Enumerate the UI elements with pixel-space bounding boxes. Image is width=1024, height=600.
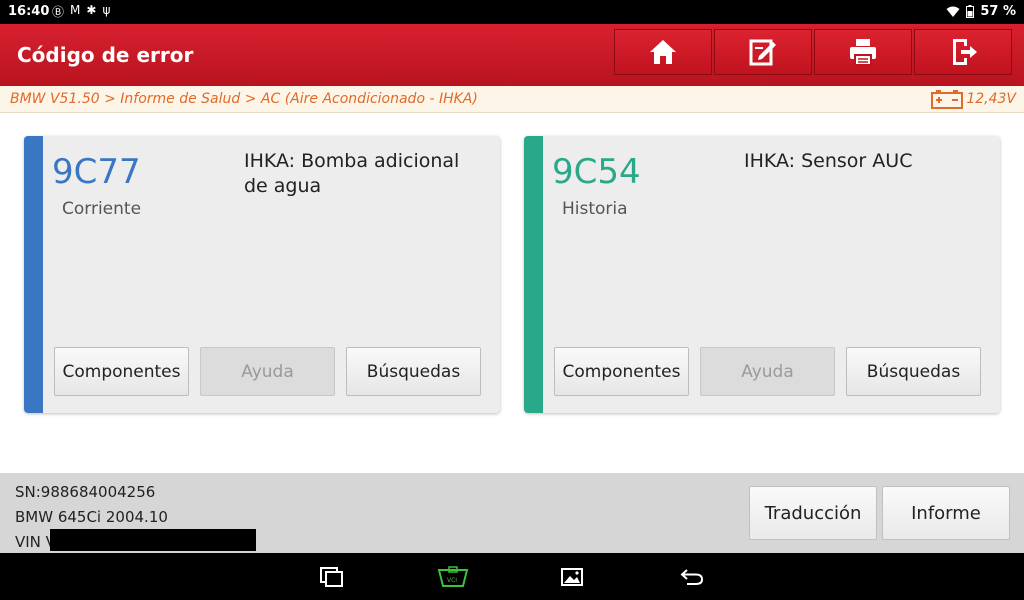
report-button[interactable]: Informe — [882, 486, 1010, 540]
battery-icon — [966, 5, 975, 18]
dtc-state: Corriente — [62, 199, 142, 219]
search-button[interactable]: Búsquedas — [346, 347, 481, 396]
svg-text:VCI: VCI — [447, 577, 457, 584]
usb-icon: ψ — [102, 3, 111, 17]
serial-number: SN:988684004256 — [15, 483, 156, 501]
dtc-code: 9C54 — [552, 152, 641, 192]
status-stripe — [24, 136, 43, 413]
dtc-description: IHKA: Bomba adicional de agua — [244, 150, 460, 197]
dtc-description: IHKA: Sensor AUC — [744, 150, 913, 172]
exit-button[interactable] — [914, 29, 1012, 75]
edit-icon — [749, 39, 776, 66]
vehicle-model: BMW 645Ci 2004.10 — [15, 508, 168, 526]
voltage-indicator: 12,43V — [931, 89, 1016, 109]
edit-button[interactable] — [714, 29, 812, 75]
components-button[interactable]: Componentes — [554, 347, 689, 396]
recent-apps-icon — [320, 567, 343, 587]
back-button[interactable] — [678, 565, 706, 589]
print-button[interactable] — [814, 29, 912, 75]
breadcrumb: BMW V51.50 > Informe de Salud > AC (Aire… — [0, 86, 1024, 113]
notification-icons: Ⓑ M ✱ ψ — [52, 3, 110, 20]
status-stripe — [524, 136, 543, 413]
dtc-card: 9C77 Corriente IHKA: Bomba adicional de … — [24, 136, 500, 413]
help-button[interactable]: Ayuda — [200, 347, 335, 396]
translate-button[interactable]: Traducción — [749, 486, 877, 540]
print-icon — [850, 39, 876, 66]
mail-icon: M — [70, 3, 81, 17]
recent-apps-button[interactable] — [318, 565, 346, 589]
image-icon — [561, 568, 583, 586]
breadcrumb-path: BMW V51.50 > Informe de Salud > AC (Aire… — [10, 91, 478, 107]
battery-voltage-icon — [931, 90, 964, 109]
app-header: Código de error — [0, 24, 1024, 87]
bluetooth-icon: ✱ — [86, 3, 97, 17]
dtc-state: Historia — [562, 199, 628, 219]
help-button[interactable]: Ayuda — [700, 347, 835, 396]
b-badge-icon: Ⓑ — [52, 5, 65, 19]
components-button[interactable]: Componentes — [54, 347, 189, 396]
dtc-code: 9C77 — [52, 152, 141, 192]
page-title: Código de error — [17, 43, 194, 67]
search-button[interactable]: Búsquedas — [846, 347, 981, 396]
dtc-card: 9C54 Historia IHKA: Sensor AUC Component… — [524, 136, 1000, 413]
wifi-icon — [946, 6, 960, 17]
exit-icon — [953, 39, 977, 65]
back-icon — [680, 569, 704, 585]
vci-icon: VCI — [437, 566, 469, 587]
battery-level: 57 % — [980, 4, 1016, 19]
status-bar: 16:40 Ⓑ M ✱ ψ 57 % — [0, 0, 1024, 24]
vehicle-info-bar: SN:988684004256 BMW 645Ci 2004.10 VIN V … — [0, 473, 1024, 553]
navigation-bar: VCI — [0, 553, 1024, 600]
vci-button[interactable]: VCI — [436, 565, 470, 589]
screenshot-button[interactable] — [558, 565, 586, 589]
clock: 16:40 — [8, 4, 50, 19]
voltage-value: 12,43V — [966, 91, 1016, 107]
home-icon — [650, 40, 676, 64]
home-button[interactable] — [614, 29, 712, 75]
system-icons: 57 % — [946, 4, 1016, 19]
vin-redaction — [50, 529, 256, 551]
